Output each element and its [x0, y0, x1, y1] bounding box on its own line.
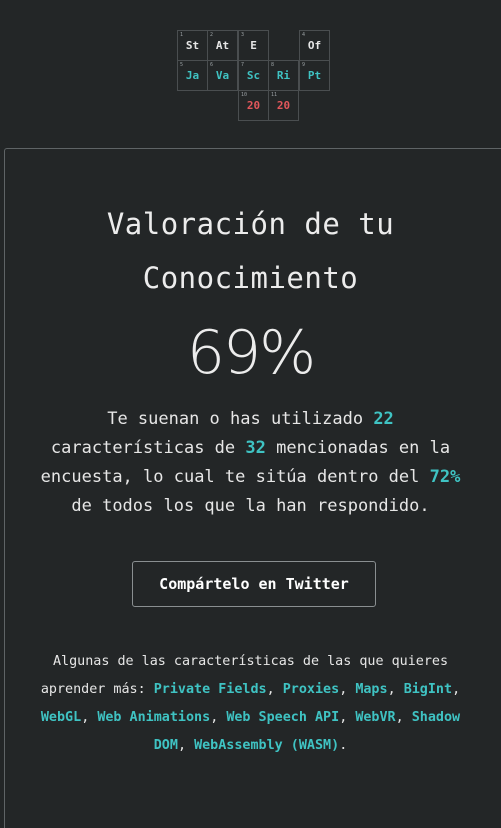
- feature-link[interactable]: Private Fields: [154, 682, 267, 697]
- share-twitter-button[interactable]: Compártelo en Twitter: [132, 561, 376, 607]
- feature-link[interactable]: Maps: [355, 682, 387, 697]
- state-of-js-logo: 1 St 2 At 3 E 4 Of 5 Ja 6 Va 7 Sc 8 Ri 9…: [177, 30, 330, 122]
- logo-cell: 3 E: [238, 30, 269, 61]
- feature-link[interactable]: WebAssembly (WASM): [194, 738, 339, 753]
- rank-percent: 72%: [429, 467, 461, 487]
- logo-cell: 11 20: [268, 90, 299, 121]
- feature-link[interactable]: BigInt: [404, 682, 452, 697]
- learn-more-text: Algunas de las características de las qu…: [40, 654, 461, 753]
- logo-cell: 8 Ri: [268, 60, 299, 91]
- feature-link[interactable]: Web Animations: [97, 710, 210, 725]
- feature-link[interactable]: WebGL: [41, 710, 81, 725]
- logo-cell: 6 Va: [207, 60, 238, 91]
- feature-link[interactable]: WebVR: [355, 710, 395, 725]
- score-description: Te suenan o has utilizado 22 característ…: [40, 409, 461, 516]
- logo-cell: 2 At: [207, 30, 238, 61]
- score-percent: 69%: [186, 318, 316, 388]
- logo-cell: 10 20: [238, 90, 269, 121]
- known-count: 22: [373, 409, 394, 429]
- logo-cell: 1 St: [177, 30, 208, 61]
- score-title: Valoración de tu Conocimiento: [106, 207, 395, 295]
- logo-cell: 9 Pt: [299, 60, 330, 91]
- logo-cell: 5 Ja: [177, 60, 208, 91]
- logo-cell: 7 Sc: [238, 60, 269, 91]
- feature-link[interactable]: Web Speech API: [226, 710, 339, 725]
- total-count: 32: [245, 438, 266, 458]
- logo-cell: 4 Of: [299, 30, 330, 61]
- feature-link[interactable]: Proxies: [283, 682, 339, 697]
